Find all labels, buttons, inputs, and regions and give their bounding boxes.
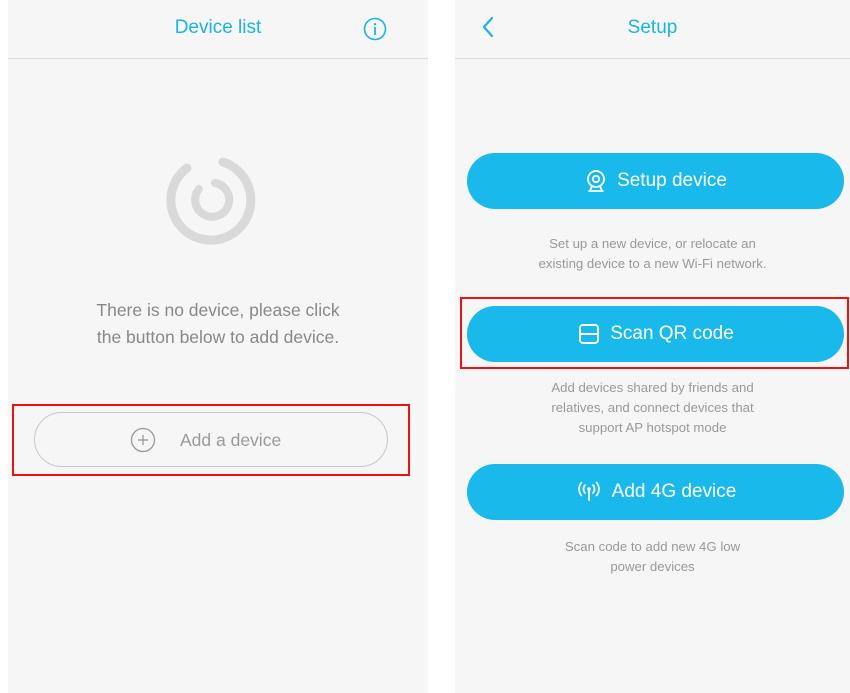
scan-qr-desc-line-3: support AP hotspot mode <box>578 420 727 435</box>
add-4g-desc-line-2: power devices <box>610 559 695 574</box>
add-4g-device-button[interactable]: Add 4G device <box>467 464 844 520</box>
add-4g-device-label: Add 4G device <box>611 481 737 502</box>
camera-icon <box>587 170 605 192</box>
setup-title: Setup <box>627 17 678 38</box>
scan-qr-desc-line-2: relatives, and connect devices that <box>551 400 754 415</box>
setup-navbar: Setup <box>455 0 850 59</box>
empty-device-logo <box>166 157 256 245</box>
empty-message-line-1: There is no device, please click <box>96 300 340 320</box>
setup-device-description: Set up a new device, or relocate an exis… <box>455 234 850 274</box>
scan-qr-desc-line-1: Add devices shared by friends and <box>551 380 754 395</box>
empty-message-line-2: the button below to add device. <box>96 327 340 347</box>
setup-device-button[interactable]: Setup device <box>467 153 844 209</box>
scan-qr-highlight <box>460 297 849 369</box>
device-list-screen: Device list There is no device, please c… <box>8 0 428 693</box>
empty-message: There is no device, please click the but… <box>8 297 428 351</box>
add-4g-description: Scan code to add new 4G low power device… <box>455 537 850 577</box>
setup-device-desc-line-2: existing device to a new Wi-Fi network. <box>538 256 767 271</box>
info-icon[interactable] <box>363 17 387 41</box>
antenna-signal-icon <box>577 481 600 501</box>
setup-device-label: Setup device <box>617 170 727 191</box>
add-device-highlight <box>12 404 410 476</box>
device-list-navbar: Device list <box>8 0 428 59</box>
scan-qr-description: Add devices shared by friends and relati… <box>455 378 850 438</box>
add-4g-desc-line-1: Scan code to add new 4G low <box>564 539 741 554</box>
setup-device-desc-line-1: Set up a new device, or relocate an <box>549 236 756 251</box>
